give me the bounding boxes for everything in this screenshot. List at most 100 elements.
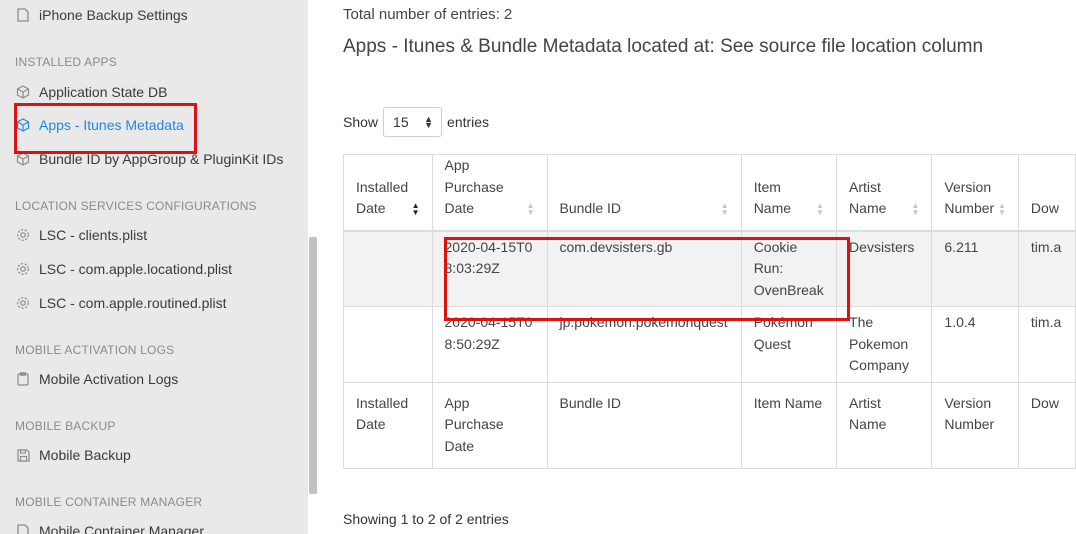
table-row[interactable]: 2020-04-15T08:50:29Z jp.pokemon.pokemonq… [343, 306, 1076, 383]
column-header-app-purchase-date[interactable]: App Purchase Date ▲ ▼ [431, 154, 548, 232]
cell-text: 2020-04-15T08:50:29Z [444, 314, 533, 352]
section-heading-mobile-backup: MOBILE BACKUP [15, 419, 116, 433]
entries-label: entries [447, 114, 490, 130]
sidebar-item-label: Mobile Container Manager [39, 523, 204, 534]
page-size-value: 15 [393, 114, 409, 130]
cell-text: 2020-04-15T08:03:29Z [444, 238, 533, 277]
gear-icon [15, 227, 31, 243]
sidebar-item-label: Bundle ID by AppGroup & PluginKit IDs [39, 151, 284, 167]
footer-download: Dow [1017, 381, 1076, 469]
sort-icon: ▲ ▼ [411, 200, 420, 217]
sidebar-item-lsc-clients[interactable]: LSC - clients.plist [15, 224, 147, 246]
cube-icon [15, 151, 31, 167]
header-label: Item Name [753, 178, 792, 217]
column-header-installed-date[interactable]: Installed Date ▲ ▼ [343, 154, 433, 232]
cube-icon [15, 84, 31, 100]
sidebar-item-lsc-routined[interactable]: LSC - com.apple.routined.plist [15, 292, 227, 314]
sort-icon: ▲ ▼ [998, 200, 1006, 217]
gear-icon [15, 295, 31, 311]
sidebar-item-bundle-id[interactable]: Bundle ID by AppGroup & PluginKit IDs [15, 148, 283, 170]
sidebar-item-label: LSC - clients.plist [39, 227, 148, 243]
cell-download: tim.a [1017, 230, 1076, 307]
section-heading-location-services: LOCATION SERVICES CONFIGURATIONS [15, 199, 257, 213]
cell-artist-name: The Pokemon Company [836, 306, 933, 383]
header-label: Artist Name [849, 178, 887, 217]
cell-installed-date [343, 230, 433, 307]
header-label: Version Number [944, 178, 995, 217]
cell-text: Cookie Run: OvenBreak [753, 238, 824, 298]
sidebar-item-label: iPhone Backup Settings [39, 7, 188, 23]
footer-installed-date: Installed Date [343, 381, 433, 469]
cell-bundle-id: com.devsisters.gb [546, 230, 742, 307]
sort-icon: ▲ ▼ [911, 200, 920, 217]
cell-item-name: Cookie Run: OvenBreak [740, 230, 838, 307]
cube-icon [15, 117, 31, 133]
sidebar-item-mobile-activation-logs[interactable]: Mobile Activation Logs [15, 368, 178, 390]
footer-label: Artist Name [849, 394, 887, 433]
main-content: Total number of entries: 2 Apps - Itunes… [343, 0, 1076, 534]
save-icon [15, 447, 31, 463]
sidebar-item-lsc-locationd[interactable]: LSC - com.apple.locationd.plist [15, 258, 232, 280]
footer-bundle-id: Bundle ID [546, 381, 742, 469]
header-label: App Purchase Date [444, 157, 504, 216]
data-table: Installed Date ▲ ▼ App Purchase Date ▲ ▼ Bun… [343, 154, 1076, 469]
select-arrows-icon: ▲ ▼ [424, 114, 434, 130]
table-row[interactable]: 2020-04-15T08:03:29Z com.devsisters.gb C… [343, 230, 1076, 307]
sidebar-item-label: Mobile Activation Logs [39, 371, 179, 387]
section-heading-mobile-activation-logs: MOBILE ACTIVATION LOGS [15, 343, 175, 357]
footer-label: App Purchase Date [444, 394, 504, 454]
page-title: Apps - Itunes & Bundle Metadata located … [343, 36, 984, 57]
column-header-artist-name[interactable]: Artist Name ▲ ▼ [836, 154, 933, 232]
sort-icon: ▲ ▼ [526, 200, 535, 217]
cell-artist-name: Devsisters [836, 230, 933, 307]
cell-app-purchase-date: 2020-04-15T08:03:29Z [431, 230, 548, 307]
sidebar-scrollbar[interactable] [309, 237, 317, 494]
cell-version-number: 6.211 [931, 230, 1019, 307]
sidebar-item-mobile-backup[interactable]: Mobile Backup [15, 444, 131, 466]
sidebar-item-label: LSC - com.apple.routined.plist [39, 295, 227, 311]
table-footer-row: Installed Date App Purchase Date Bundle … [343, 381, 1076, 469]
sidebar-item-label: LSC - com.apple.locationd.plist [39, 261, 232, 277]
header-label: Bundle ID [559, 200, 621, 216]
footer-app-purchase-date: App Purchase Date [431, 381, 548, 469]
column-header-bundle-id[interactable]: Bundle ID ▲ ▼ [546, 154, 742, 232]
footer-item-name: Item Name [740, 381, 838, 469]
file-icon [15, 523, 31, 534]
clipboard-icon [15, 371, 31, 387]
sort-icon: ▲ ▼ [720, 200, 729, 217]
sidebar-item-label: Apps - Itunes Metadata [39, 117, 184, 133]
total-entries: Total number of entries: 2 [343, 6, 513, 23]
column-header-version-number[interactable]: Version Number ▲ ▼ [931, 154, 1019, 232]
cell-item-name: Pokémon Quest [740, 306, 838, 383]
footer-label: Version Number [944, 394, 995, 433]
footer-label: Installed Date [356, 394, 409, 433]
show-label: Show [343, 114, 379, 130]
cell-version-number: 1.0.4 [931, 306, 1019, 383]
table-info: Showing 1 to 2 of 2 entries [343, 511, 509, 527]
footer-artist-name: Artist Name [836, 381, 933, 469]
sidebar-item-label: Application State DB [39, 84, 168, 100]
cell-installed-date [343, 306, 433, 383]
cell-app-purchase-date: 2020-04-15T08:50:29Z [431, 306, 548, 383]
sidebar-item-mobile-container-manager[interactable]: Mobile Container Manager [15, 520, 204, 534]
sidebar-item-label: Mobile Backup [39, 447, 131, 463]
gear-icon [15, 261, 31, 277]
sort-icon: ▲ ▼ [816, 200, 825, 217]
sidebar-item-apps-itunes-metadata[interactable]: Apps - Itunes Metadata [15, 114, 184, 136]
footer-version-number: Version Number [931, 381, 1019, 469]
sidebar-item-application-state-db[interactable]: Application State DB [15, 81, 167, 103]
page-size-select[interactable]: 15 ▲ ▼ [383, 107, 443, 137]
column-header-download[interactable]: Dow [1017, 154, 1076, 232]
header-label: Dow [1030, 200, 1059, 216]
cell-text: Pokémon Quest [753, 314, 813, 352]
section-heading-mobile-container-manager: MOBILE CONTAINER MANAGER [15, 495, 203, 509]
page-length-control: Show 15 ▲ ▼ entries [343, 107, 489, 137]
sidebar: iPhone Backup Settings INSTALLED APPS Ap… [0, 0, 308, 534]
cell-download: tim.a [1017, 306, 1076, 383]
column-header-item-name[interactable]: Item Name ▲ ▼ [740, 154, 838, 232]
sidebar-item-iphone-backup-settings[interactable]: iPhone Backup Settings [15, 4, 188, 26]
cell-bundle-id: jp.pokemon.pokemonquest [546, 306, 742, 383]
file-icon [15, 7, 31, 23]
header-label: Installed Date [356, 178, 409, 217]
section-heading-installed-apps: INSTALLED APPS [15, 55, 117, 69]
